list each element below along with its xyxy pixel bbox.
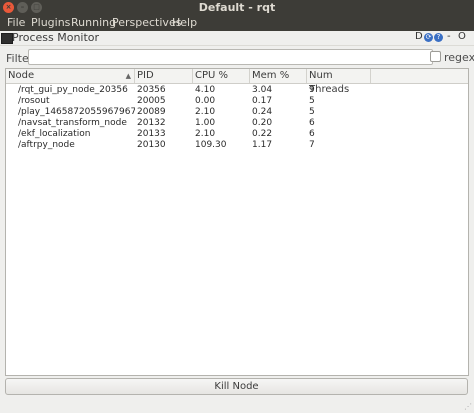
column-header-threads[interactable]: Num Threads bbox=[307, 69, 371, 95]
cell-cpu: 1.00 bbox=[195, 118, 216, 128]
table-row[interactable]: /rosout 20005 0.00 0.17 5 bbox=[6, 96, 468, 106]
cell-node: /aftrpy_node bbox=[18, 140, 75, 150]
reload-icon[interactable]: ⟳ bbox=[424, 33, 433, 42]
cell-mem: 0.20 bbox=[252, 118, 273, 128]
table-row[interactable]: /play_1465872055967967534 20089 2.10 0.2… bbox=[6, 107, 468, 117]
resize-grip-icon[interactable]: ⋰ bbox=[464, 403, 472, 411]
plugin-title: Process Monitor bbox=[12, 31, 100, 44]
regex-checkbox[interactable] bbox=[430, 51, 441, 62]
regex-label: regex bbox=[444, 51, 474, 64]
process-table: Node ▲ PID CPU % Mem % Num Threads /rqt_… bbox=[5, 68, 469, 376]
cell-pid: 20133 bbox=[137, 129, 166, 139]
cell-node: /rosout bbox=[18, 96, 50, 106]
filter-input[interactable] bbox=[28, 49, 433, 65]
status-bar: ⋰ bbox=[0, 399, 474, 413]
kill-node-button[interactable]: Kill Node bbox=[5, 378, 468, 395]
cell-threads: 6 bbox=[309, 118, 315, 128]
cell-node: /rqt_gui_py_node_20356 bbox=[18, 85, 128, 95]
close-plugin-button[interactable]: O bbox=[458, 31, 466, 42]
cell-threads: 7 bbox=[309, 140, 315, 150]
table-row[interactable]: /ekf_localization 20133 2.10 0.22 6 bbox=[6, 129, 468, 139]
menu-bar: File Plugins Running Perspectives Help bbox=[0, 15, 474, 31]
column-header-node[interactable]: Node ▲ bbox=[6, 69, 135, 83]
title-bar: × – □ Default - rqt bbox=[0, 0, 474, 15]
sort-ascending-icon: ▲ bbox=[125, 72, 131, 80]
cell-mem: 0.22 bbox=[252, 129, 273, 139]
cell-cpu: 109.30 bbox=[195, 140, 227, 150]
cell-threads: 9 bbox=[309, 85, 315, 95]
cell-pid: 20132 bbox=[137, 118, 166, 128]
menu-file[interactable]: File bbox=[7, 16, 25, 29]
cell-threads: 5 bbox=[309, 96, 315, 106]
window-title: Default - rqt bbox=[198, 1, 276, 14]
cell-pid: 20089 bbox=[137, 107, 166, 117]
cell-cpu: 2.10 bbox=[195, 107, 216, 117]
table-header: Node ▲ PID CPU % Mem % Num Threads bbox=[6, 69, 468, 95]
help-icon[interactable]: ? bbox=[434, 33, 443, 42]
column-header-pid[interactable]: PID bbox=[135, 69, 193, 83]
cell-mem: 1.17 bbox=[252, 140, 273, 150]
cell-pid: 20005 bbox=[137, 96, 166, 106]
cell-mem: 0.17 bbox=[252, 96, 273, 106]
minimize-plugin-button[interactable]: - bbox=[447, 31, 451, 42]
column-header-mem[interactable]: Mem % bbox=[250, 69, 307, 83]
cell-cpu: 0.00 bbox=[195, 96, 216, 106]
menu-running[interactable]: Running bbox=[71, 16, 116, 29]
cell-node: /ekf_localization bbox=[18, 129, 91, 139]
column-header-cpu[interactable]: CPU % bbox=[193, 69, 250, 83]
menu-plugins[interactable]: Plugins bbox=[31, 16, 70, 29]
cell-cpu: 2.10 bbox=[195, 129, 216, 139]
plugin-title-bar: Process Monitor D ⟳ ? - O bbox=[0, 31, 474, 46]
cell-cpu: 4.10 bbox=[195, 85, 216, 95]
table-row[interactable]: /rqt_gui_py_node_20356 20356 4.10 3.04 9 bbox=[6, 85, 468, 95]
cell-threads: 5 bbox=[309, 107, 315, 117]
cell-node: /play_1465872055967967534 bbox=[18, 107, 135, 117]
cell-pid: 20130 bbox=[137, 140, 166, 150]
cell-node: /navsat_transform_node bbox=[18, 118, 127, 128]
table-row[interactable]: /navsat_transform_node 20132 1.00 0.20 6 bbox=[6, 118, 468, 128]
dock-toggle-button[interactable]: D bbox=[415, 31, 423, 42]
cell-threads: 6 bbox=[309, 129, 315, 139]
table-row[interactable]: /aftrpy_node 20130 109.30 1.17 7 bbox=[6, 140, 468, 150]
menu-help[interactable]: Help bbox=[172, 16, 197, 29]
cell-mem: 0.24 bbox=[252, 107, 273, 117]
cell-mem: 3.04 bbox=[252, 85, 273, 95]
cell-pid: 20356 bbox=[137, 85, 166, 95]
